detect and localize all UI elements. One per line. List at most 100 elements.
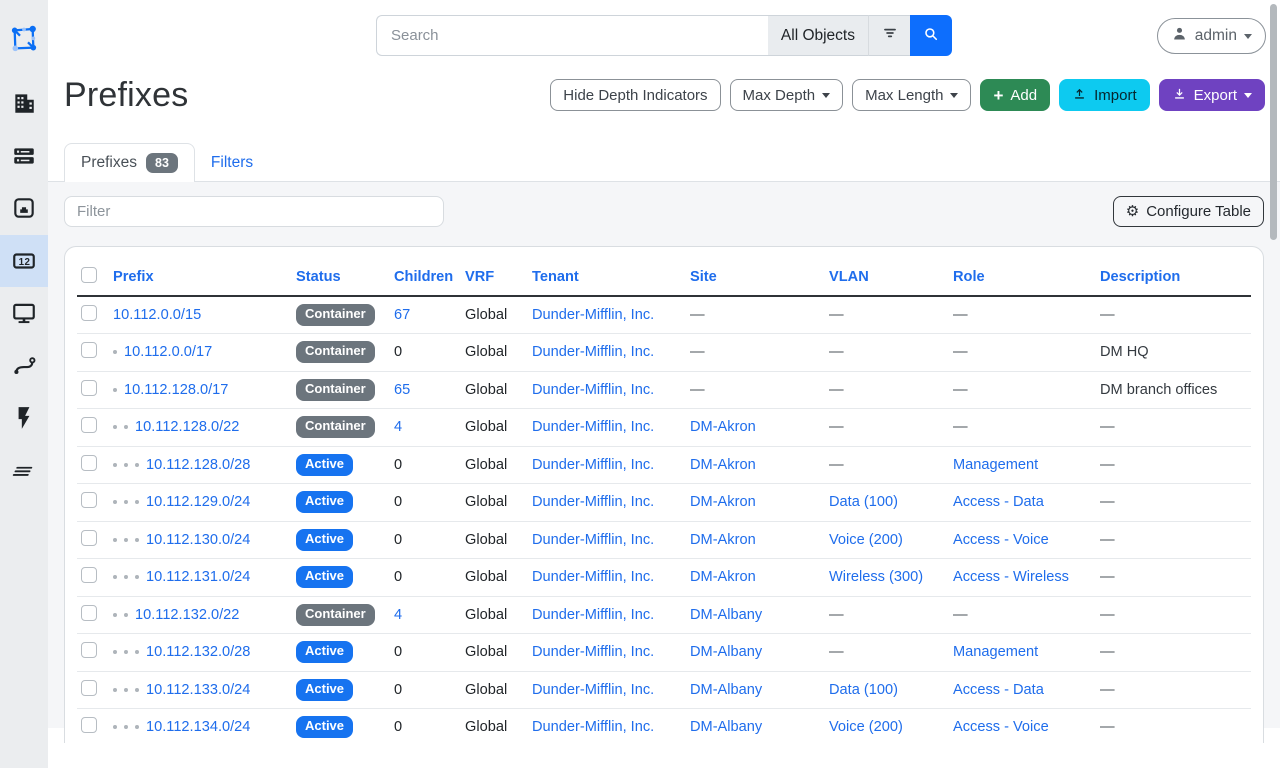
tenant-link[interactable]: Dunder-Mifflin, Inc. — [532, 569, 654, 585]
tenant-link[interactable]: Dunder-Mifflin, Inc. — [532, 494, 654, 510]
vlan-link[interactable]: Voice (200) — [829, 719, 903, 735]
user-menu-button[interactable]: admin — [1157, 18, 1266, 54]
sidebar-item-organization[interactable] — [0, 77, 48, 130]
prefix-link[interactable]: 10.112.131.0/24 — [146, 569, 250, 585]
vertical-scrollbar-thumb[interactable] — [1270, 4, 1277, 240]
tenant-link[interactable]: Dunder-Mifflin, Inc. — [532, 607, 654, 623]
row-checkbox[interactable] — [81, 680, 97, 696]
role-link[interactable]: Access - Voice — [953, 719, 1049, 735]
column-header-children[interactable]: Children — [394, 269, 453, 285]
role-link[interactable]: Management — [953, 644, 1038, 660]
vlan-link[interactable]: Data (100) — [829, 682, 898, 698]
max-length-dropdown[interactable]: Max Length — [852, 79, 971, 111]
site-link[interactable]: DM-Albany — [690, 607, 762, 623]
table-row: 10.112.128.0/17Container65GlobalDunder-M… — [77, 371, 1251, 409]
tenant-link[interactable]: Dunder-Mifflin, Inc. — [532, 719, 654, 735]
search-submit-button[interactable] — [910, 15, 952, 56]
row-checkbox[interactable] — [81, 305, 97, 321]
filter-icon — [880, 23, 900, 48]
children-count: 0 — [394, 682, 402, 698]
row-checkbox[interactable] — [81, 642, 97, 658]
prefix-link[interactable]: 10.112.128.0/17 — [124, 382, 228, 398]
export-dropdown[interactable]: Export — [1159, 79, 1265, 111]
prefix-link[interactable]: 10.112.129.0/24 — [146, 494, 250, 510]
site-link[interactable]: DM-Albany — [690, 682, 762, 698]
vlan-link[interactable]: Data (100) — [829, 494, 898, 510]
tenant-link[interactable]: Dunder-Mifflin, Inc. — [532, 307, 654, 323]
import-button[interactable]: Import — [1059, 79, 1150, 111]
sidebar-item-circuits[interactable] — [0, 340, 48, 393]
column-header-site[interactable]: Site — [690, 269, 717, 285]
prefix-link[interactable]: 10.112.0.0/15 — [113, 307, 201, 323]
site-link[interactable]: DM-Akron — [690, 532, 756, 548]
prefix-link[interactable]: 10.112.128.0/28 — [146, 457, 250, 473]
tenant-link[interactable]: Dunder-Mifflin, Inc. — [532, 644, 654, 660]
column-header-tenant[interactable]: Tenant — [532, 269, 579, 285]
prefix-link[interactable]: 10.112.133.0/24 — [146, 682, 250, 698]
tenant-link[interactable]: Dunder-Mifflin, Inc. — [532, 682, 654, 698]
tenant-link[interactable]: Dunder-Mifflin, Inc. — [532, 457, 654, 473]
site-link[interactable]: DM-Akron — [690, 494, 756, 510]
search-scope-button[interactable]: All Objects — [768, 15, 868, 56]
table-filter-input[interactable] — [64, 196, 444, 227]
search-input[interactable] — [376, 15, 768, 56]
sidebar-item-power[interactable] — [0, 392, 48, 445]
role-link[interactable]: Access - Data — [953, 682, 1044, 698]
column-header-description[interactable]: Description — [1100, 269, 1180, 285]
sidebar-item-connections[interactable] — [0, 182, 48, 235]
column-header-role[interactable]: Role — [953, 269, 985, 285]
row-checkbox[interactable] — [81, 492, 97, 508]
column-header-status[interactable]: Status — [296, 269, 341, 285]
prefix-link[interactable]: 10.112.128.0/22 — [135, 419, 239, 435]
site-link[interactable]: DM-Akron — [690, 457, 756, 473]
tab-prefixes[interactable]: Prefixes 83 — [64, 143, 195, 182]
tenant-link[interactable]: Dunder-Mifflin, Inc. — [532, 344, 654, 360]
prefix-link[interactable]: 10.112.132.0/28 — [146, 644, 250, 660]
tenant-link[interactable]: Dunder-Mifflin, Inc. — [532, 382, 654, 398]
prefix-link[interactable]: 10.112.132.0/22 — [135, 607, 239, 623]
tenant-link[interactable]: Dunder-Mifflin, Inc. — [532, 532, 654, 548]
row-checkbox[interactable] — [81, 567, 97, 583]
row-checkbox[interactable] — [81, 455, 97, 471]
row-checkbox[interactable] — [81, 605, 97, 621]
prefix-link[interactable]: 10.112.130.0/24 — [146, 532, 250, 548]
column-header-vlan[interactable]: VLAN — [829, 269, 869, 285]
role-link[interactable]: Access - Voice — [953, 532, 1049, 548]
row-checkbox[interactable] — [81, 530, 97, 546]
column-header-prefix[interactable]: Prefix — [113, 269, 154, 285]
row-checkbox[interactable] — [81, 342, 97, 358]
site-link[interactable]: DM-Akron — [690, 419, 756, 435]
role-link[interactable]: Management — [953, 457, 1038, 473]
sidebar-item-ipam[interactable]: 1 2 — [0, 235, 48, 288]
site-link[interactable]: DM-Albany — [690, 644, 762, 660]
add-button[interactable]: + Add — [980, 79, 1050, 111]
site-link[interactable]: DM-Albany — [690, 719, 762, 735]
empty-value: — — [953, 419, 968, 435]
row-checkbox[interactable] — [81, 417, 97, 433]
children-count-link[interactable]: 4 — [394, 419, 402, 435]
vlan-link[interactable]: Voice (200) — [829, 532, 903, 548]
row-checkbox[interactable] — [81, 717, 97, 733]
site-link[interactable]: DM-Akron — [690, 569, 756, 585]
children-count-link[interactable]: 65 — [394, 382, 410, 398]
sidebar-item-provisioning[interactable] — [0, 445, 48, 498]
tab-filters[interactable]: Filters — [195, 146, 269, 181]
tenant-link[interactable]: Dunder-Mifflin, Inc. — [532, 419, 654, 435]
prefix-link[interactable]: 10.112.0.0/17 — [124, 344, 212, 360]
sidebar-item-devices[interactable] — [0, 130, 48, 183]
column-header-vrf[interactable]: VRF — [465, 269, 494, 285]
sidebar-item-home[interactable] — [0, 0, 48, 77]
select-all-checkbox[interactable] — [81, 267, 97, 283]
children-count-link[interactable]: 4 — [394, 607, 402, 623]
vlan-link[interactable]: Wireless (300) — [829, 569, 923, 585]
search-filter-button[interactable] — [868, 15, 910, 56]
sidebar-item-virtualization[interactable] — [0, 287, 48, 340]
role-link[interactable]: Access - Wireless — [953, 569, 1069, 585]
row-checkbox[interactable] — [81, 380, 97, 396]
configure-table-button[interactable]: ⚙ Configure Table — [1113, 196, 1264, 227]
role-link[interactable]: Access - Data — [953, 494, 1044, 510]
prefix-link[interactable]: 10.112.134.0/24 — [146, 719, 250, 735]
children-count-link[interactable]: 67 — [394, 307, 410, 323]
max-depth-dropdown[interactable]: Max Depth — [730, 79, 844, 111]
hide-depth-indicators-button[interactable]: Hide Depth Indicators — [550, 79, 720, 111]
